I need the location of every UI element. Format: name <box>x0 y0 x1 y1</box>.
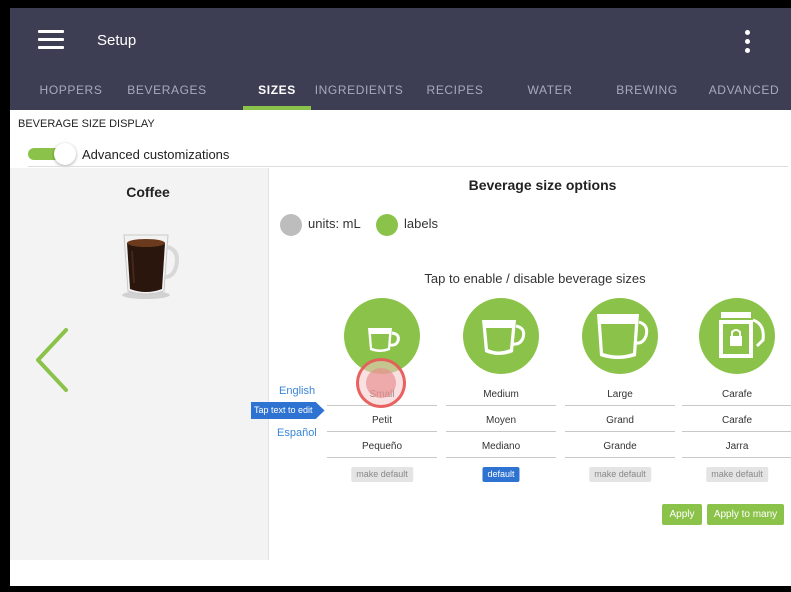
size-english-field[interactable]: Medium <box>446 384 556 406</box>
size-spanish-field[interactable]: Jarra <box>682 436 791 458</box>
small-cup-icon[interactable] <box>344 298 420 374</box>
large-cup-icon[interactable] <box>582 298 658 374</box>
default-button[interactable]: default <box>482 467 520 482</box>
make-default-button[interactable]: make default <box>351 467 413 482</box>
previous-beverage-arrow-icon[interactable] <box>32 326 72 399</box>
espanol-label: Español <box>277 427 317 439</box>
units-radio[interactable] <box>280 214 302 236</box>
size-english-field[interactable]: Large <box>565 384 675 406</box>
tab-bar: HOPPERS BEVERAGES SIZES INGREDIENTS RECI… <box>10 70 791 110</box>
divider <box>28 166 788 167</box>
instruction-text: Tap to enable / disable beverage sizes <box>424 271 646 286</box>
active-tab-indicator <box>243 106 311 110</box>
coffee-cup-icon <box>118 229 180 306</box>
make-default-button[interactable]: make default <box>589 467 651 482</box>
units-radio-label[interactable]: units: mL <box>308 216 361 231</box>
toggle-knob <box>54 143 76 165</box>
apply-to-many-button[interactable]: Apply to many <box>707 504 784 525</box>
advanced-customizations-toggle[interactable] <box>28 142 76 165</box>
vertical-dots-icon[interactable] <box>743 30 751 56</box>
tab-ingredients[interactable]: INGREDIENTS <box>310 70 408 110</box>
app-title: Setup <box>97 32 137 49</box>
size-spanish-field[interactable]: Grande <box>565 436 675 458</box>
tab-recipes[interactable]: RECIPES <box>418 70 492 110</box>
app-bar: Setup <box>10 8 791 70</box>
tab-water[interactable]: WATER <box>515 70 585 110</box>
medium-cup-icon[interactable] <box>463 298 539 374</box>
labels-radio[interactable] <box>376 214 398 236</box>
labels-radio-label[interactable]: labels <box>404 216 438 231</box>
size-french-field[interactable]: Petit <box>327 410 437 432</box>
size-english-field[interactable]: Carafe <box>682 384 791 406</box>
tab-advanced[interactable]: ADVANCED <box>701 70 787 110</box>
make-default-button[interactable]: make default <box>706 467 768 482</box>
tap-to-edit-hint: Tap text to edit <box>251 402 325 419</box>
toggle-label: Advanced customizations <box>82 147 230 162</box>
tab-beverages[interactable]: BEVERAGES <box>122 70 212 110</box>
app-window: Setup HOPPERS BEVERAGES SIZES INGREDIENT… <box>10 8 791 586</box>
size-english-field[interactable]: Small <box>327 384 437 406</box>
apply-button[interactable]: Apply <box>662 504 702 525</box>
options-title: Beverage size options <box>468 177 617 193</box>
hamburger-menu-icon[interactable] <box>38 30 64 50</box>
size-french-field[interactable]: Moyen <box>446 410 556 432</box>
size-french-field[interactable]: Carafe <box>682 410 791 432</box>
size-spanish-field[interactable]: Mediano <box>446 436 556 458</box>
english-label: English <box>279 385 316 397</box>
tab-sizes[interactable]: SIZES <box>235 70 319 110</box>
size-french-field[interactable]: Grand <box>565 410 675 432</box>
beverage-name: Coffee <box>126 184 170 200</box>
carafe-icon[interactable] <box>699 298 775 374</box>
tab-hoppers[interactable]: HOPPERS <box>32 70 110 110</box>
tab-brewing[interactable]: BREWING <box>608 70 686 110</box>
section-title: BEVERAGE SIZE DISPLAY <box>18 118 155 130</box>
size-spanish-field[interactable]: Pequeño <box>327 436 437 458</box>
